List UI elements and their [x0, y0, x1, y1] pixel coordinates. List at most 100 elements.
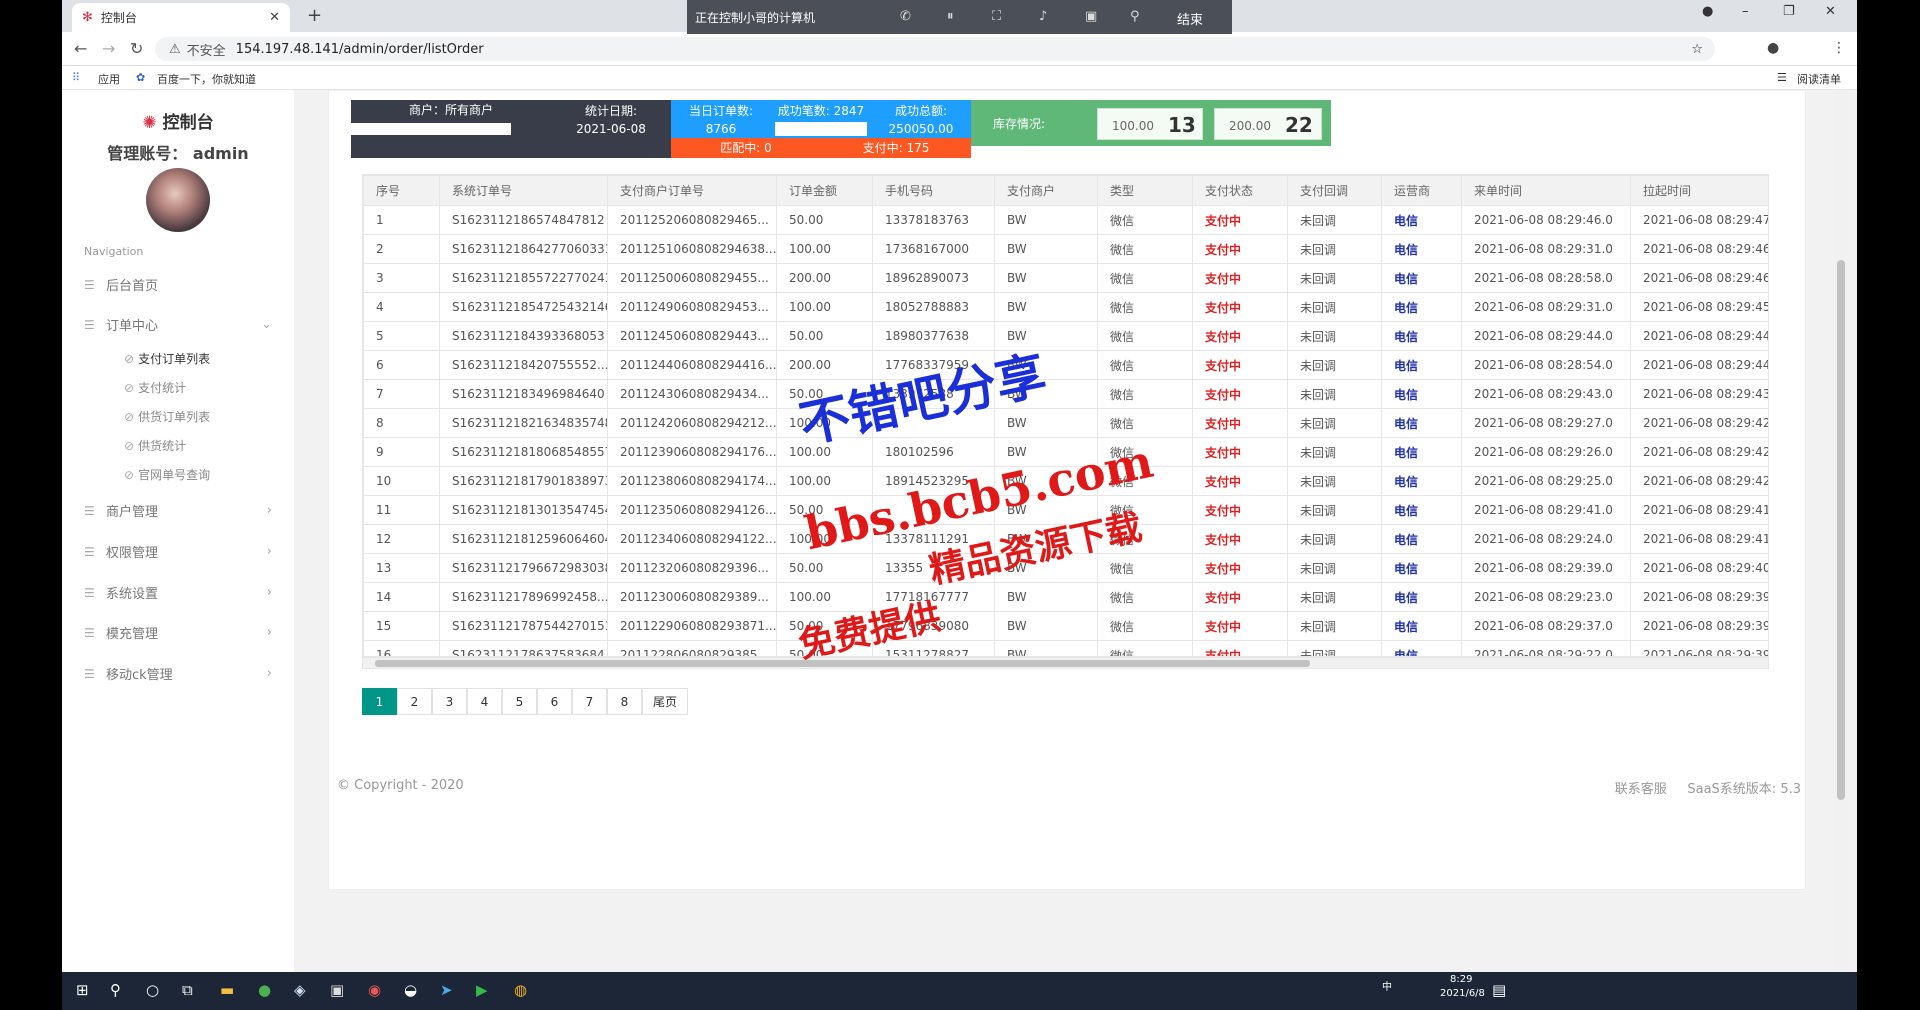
stock-amount: 100.00	[1112, 119, 1154, 133]
end-button[interactable]: 结束	[1177, 9, 1203, 28]
quality-icon[interactable]: ▣	[1085, 9, 1097, 24]
page-button[interactable]: 6	[537, 688, 572, 715]
table-body: 1 S1623112186574847812 201125206080829465.…	[363, 205, 1768, 656]
reading-list-icon: ☰	[1777, 71, 1787, 84]
chrome-icon[interactable]: ◍	[514, 981, 527, 999]
table-row[interactable]: 14 S162311217896992458... 2011230060808293…	[363, 582, 1768, 612]
reload-icon[interactable]: ↻	[130, 39, 143, 58]
table-row[interactable]: 16 S1623112178637583684 201122806080829385…	[363, 640, 1768, 656]
file-explorer-icon[interactable]: ▬	[220, 981, 234, 999]
page-button[interactable]: 1	[362, 688, 397, 715]
search-icon[interactable]: ⚲	[110, 981, 121, 999]
apps-icon[interactable]: ⠿	[72, 71, 80, 84]
sidebar-item-orders[interactable]: ☰ 订单中心 ⌄	[84, 315, 272, 334]
ime-indicator[interactable]: 中	[1382, 978, 1392, 993]
task-view-icon[interactable]: ⧉	[182, 981, 193, 999]
pause-icon[interactable]: ⏸	[947, 9, 954, 24]
table-cell: 2021-06-08 08:29:42.0	[1630, 408, 1768, 438]
contact-link[interactable]: 联系客服	[1615, 782, 1667, 797]
pin-icon[interactable]: ⚲	[1130, 9, 1140, 24]
table-row[interactable]: 4 S1623112185472543214​6 20112490608082945…	[363, 292, 1768, 322]
new-tab-button[interactable]: +	[307, 5, 322, 26]
minimize-icon[interactable]: –	[1742, 4, 1749, 19]
app-icon[interactable]: ◈	[294, 981, 306, 999]
table-row[interactable]: 1 S1623112186574847812 201125206080829465.…	[363, 205, 1768, 235]
scrollbar-thumb[interactable]	[375, 660, 1310, 667]
table-row[interactable]: 15 S1623112178754427015​1 2011229060808293…	[363, 611, 1768, 641]
back-icon[interactable]: ←	[74, 39, 87, 58]
app-icon[interactable]: ◉	[368, 981, 381, 999]
table-row[interactable]: 6 S16231121842075555​2... 2011244060808294…	[363, 350, 1768, 380]
phone-icon[interactable]: ✆	[900, 9, 911, 24]
scrollbar-thumb[interactable]	[1837, 260, 1845, 800]
table-cell: S1623112181790183897​3	[439, 466, 608, 496]
url-field[interactable]: ⚠ 不安全 154.197.48.141/admin/order/listOrd…	[155, 37, 1715, 61]
column-header: 支付商户订单号	[607, 175, 777, 206]
account-icon[interactable]: ●	[1767, 40, 1779, 56]
app-icon[interactable]: ●	[258, 981, 271, 999]
play-icon[interactable]: ▶	[476, 981, 488, 999]
table-cell: 201124506080829443...	[607, 321, 777, 351]
last-page-button[interactable]: 尾页	[642, 688, 688, 715]
table-cell: 2021-06-08 08:29:42.0	[1630, 437, 1768, 467]
stat-date-label: 统计日期:	[584, 104, 638, 118]
stock-panel: 库存情况: 100.00 13 200.00 22	[971, 100, 1331, 146]
sidebar-subitem-supply-orders[interactable]: ⊘ 供货订单列表	[124, 408, 210, 425]
star-icon[interactable]: ☆	[1691, 42, 1703, 57]
forward-icon[interactable]: →	[102, 39, 115, 58]
page-button[interactable]: 7	[572, 688, 607, 715]
restore-icon[interactable]: ❐	[1783, 4, 1795, 19]
avatar[interactable]	[146, 168, 210, 232]
sidebar-item-home[interactable]: ☰ 后台首页	[84, 275, 272, 295]
table-cell: 16	[363, 640, 440, 656]
table-cell: 201125206080829465...	[607, 205, 777, 235]
screenshot-icon[interactable]: ⛶	[992, 9, 1001, 24]
terminal-icon[interactable]: ▣	[330, 981, 344, 999]
page-button[interactable]: 4	[467, 688, 502, 715]
close-tab-icon[interactable]: ✕	[269, 10, 280, 25]
sidebar-item-permissions[interactable]: ☰ 权限管理 ›	[84, 542, 272, 561]
page-button[interactable]: 2	[397, 688, 432, 715]
reading-list[interactable]: 阅读清单	[1797, 71, 1841, 87]
merchant-filter[interactable]: 商户：所有商户	[351, 100, 551, 120]
sidebar-logo: ✺ 控制台	[62, 108, 294, 133]
volume-icon[interactable]: ♪	[1039, 9, 1047, 24]
table-cell: BW	[994, 611, 1098, 641]
sidebar-subitem-pay-orders[interactable]: ⊘ 支付订单列表	[124, 350, 210, 367]
column-header[interactable]: 订单金额	[776, 175, 873, 206]
browser-tab[interactable]: ✻ 控制台 ✕	[72, 3, 290, 32]
sidebar-subitem-pay-stats[interactable]: ⊘ 支付统计	[124, 379, 186, 396]
sidebar-subitem-supply-stats[interactable]: ⊘ 供货统计	[124, 437, 186, 454]
page-button[interactable]: 3	[432, 688, 467, 715]
sidebar-item-recharge[interactable]: ☰ 模充管理 ›	[84, 623, 272, 642]
sidebar-item-merchants[interactable]: ☰ 商户管理 ›	[84, 501, 272, 520]
windows-start-icon[interactable]: ⊞	[76, 981, 89, 999]
page-button[interactable]: 5	[502, 688, 537, 715]
table-row[interactable]: 2 S1623112186427706033​1 20112510608082946…	[363, 234, 1768, 264]
column-header: 拉起时间	[1630, 175, 1768, 206]
sidebar-subitem-order-lookup[interactable]: ⊘ 官网单号查询	[124, 466, 210, 483]
merchant-select-field[interactable]	[351, 123, 511, 135]
bookmark-apps[interactable]: 应用	[98, 71, 120, 87]
table-row[interactable]: 5 S1623112184393368053 201124506080829443.…	[363, 321, 1768, 351]
page-button[interactable]: 8	[607, 688, 642, 715]
menu-icon[interactable]: ⋮	[1832, 40, 1846, 56]
table-cell: 未回调	[1287, 205, 1382, 235]
table-cell: 未回调	[1287, 321, 1382, 351]
profile-icon[interactable]: ●	[1702, 4, 1713, 19]
table-row[interactable]: 8 S1623112182163483574​8 20112420608082942…	[363, 408, 1768, 438]
table-cell: 201122906080829387​1...	[607, 611, 777, 641]
table-row[interactable]: 3 S1623112185572277024​1 20112500608082945…	[363, 263, 1768, 293]
sidebar-item-mobile-ck[interactable]: ☰ 移动ck管理 ›	[84, 664, 272, 683]
sidebar-item-settings[interactable]: ☰ 系统设置 ›	[84, 583, 272, 602]
close-window-icon[interactable]: ✕	[1825, 4, 1836, 19]
qq-icon[interactable]: ◒	[404, 981, 417, 999]
horizontal-scrollbar[interactable]	[362, 657, 1769, 669]
cortana-icon[interactable]: ○	[146, 981, 159, 999]
notification-icon[interactable]: ▤	[1492, 981, 1506, 999]
merchant-select-box[interactable]	[351, 120, 551, 138]
bookmark-baidu[interactable]: 百度一下，你就知道	[157, 71, 256, 87]
table-row[interactable]: 7 S1623112183496984640 201124306080829434.…	[363, 379, 1768, 409]
vertical-scrollbar[interactable]	[1835, 90, 1847, 972]
telegram-icon[interactable]: ➤	[440, 981, 453, 999]
